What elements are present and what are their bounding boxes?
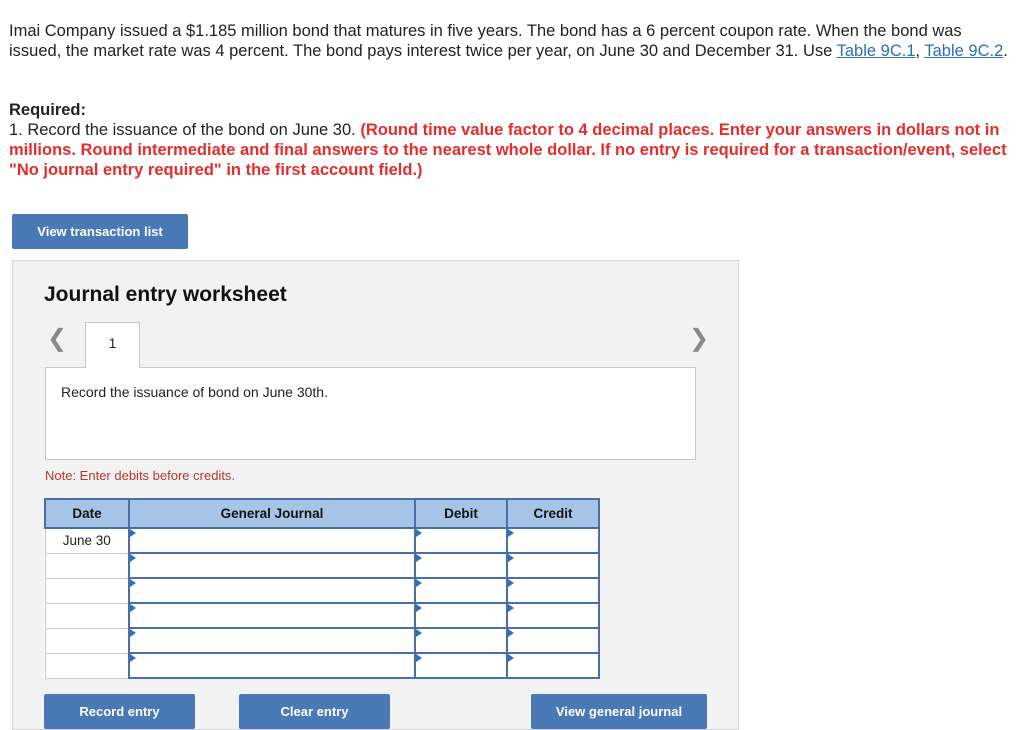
account-field[interactable] [128, 652, 416, 679]
table-row: June 30 [44, 527, 600, 554]
journal-entry-worksheet: Journal entry worksheet ❮ 1 ❯ Record the… [12, 260, 739, 730]
debit-field[interactable] [414, 652, 508, 679]
journal-header-row: Date General Journal Debit Credit [44, 498, 600, 529]
debit-header: Debit [414, 498, 508, 529]
table-row [44, 652, 600, 679]
chevron-left-icon[interactable]: ❮ [47, 327, 67, 351]
instruction-box: Record the issuance of bond on June 30th… [45, 367, 696, 460]
credit-field[interactable] [506, 627, 600, 654]
chevron-right-icon[interactable]: ❯ [689, 327, 709, 351]
required-heading: Required: [9, 101, 87, 119]
date-cell: June 30 [44, 527, 130, 554]
problem-text: Imai Company issued a $1.185 million bon… [9, 22, 962, 60]
problem-statement: Imai Company issued a $1.185 million bon… [9, 21, 1009, 61]
required-item: 1. Record the issuance of the bond on Ju… [9, 120, 1019, 180]
table-row [44, 602, 600, 629]
debit-field[interactable] [414, 602, 508, 629]
table-9c1-link[interactable]: Table 9C.1 [837, 42, 916, 60]
debit-field[interactable] [414, 552, 508, 579]
debit-field[interactable] [414, 627, 508, 654]
date-cell [44, 627, 130, 654]
credit-header: Credit [506, 498, 600, 529]
debit-field[interactable] [414, 527, 508, 554]
date-cell [44, 652, 130, 679]
required-item-text: 1. Record the issuance of the bond on Ju… [9, 121, 361, 139]
credit-field[interactable] [506, 527, 600, 554]
table-row [44, 552, 600, 579]
date-cell [44, 602, 130, 629]
date-cell [44, 577, 130, 604]
table-row [44, 577, 600, 604]
account-field[interactable] [128, 527, 416, 554]
instruction-text: Record the issuance of bond on June 30th… [61, 384, 328, 400]
date-cell [44, 552, 130, 579]
view-transaction-list-button[interactable]: View transaction list [12, 214, 188, 249]
debit-field[interactable] [414, 577, 508, 604]
general-journal-header: General Journal [128, 498, 416, 529]
credit-field[interactable] [506, 652, 600, 679]
account-field[interactable] [128, 627, 416, 654]
account-field[interactable] [128, 552, 416, 579]
note-text: Note: Enter debits before credits. [45, 468, 236, 483]
table-9c2-link[interactable]: Table 9C.2 [924, 42, 1003, 60]
journal-table: Date General Journal Debit Credit June 3… [44, 498, 600, 679]
table-row [44, 627, 600, 654]
account-field[interactable] [128, 577, 416, 604]
tab-1[interactable]: 1 [85, 322, 140, 368]
credit-field[interactable] [506, 577, 600, 604]
credit-field[interactable] [506, 602, 600, 629]
worksheet-title: Journal entry worksheet [44, 283, 287, 306]
credit-field[interactable] [506, 552, 600, 579]
account-field[interactable] [128, 602, 416, 629]
date-header: Date [44, 498, 130, 529]
problem-text-end: . [1003, 42, 1008, 60]
